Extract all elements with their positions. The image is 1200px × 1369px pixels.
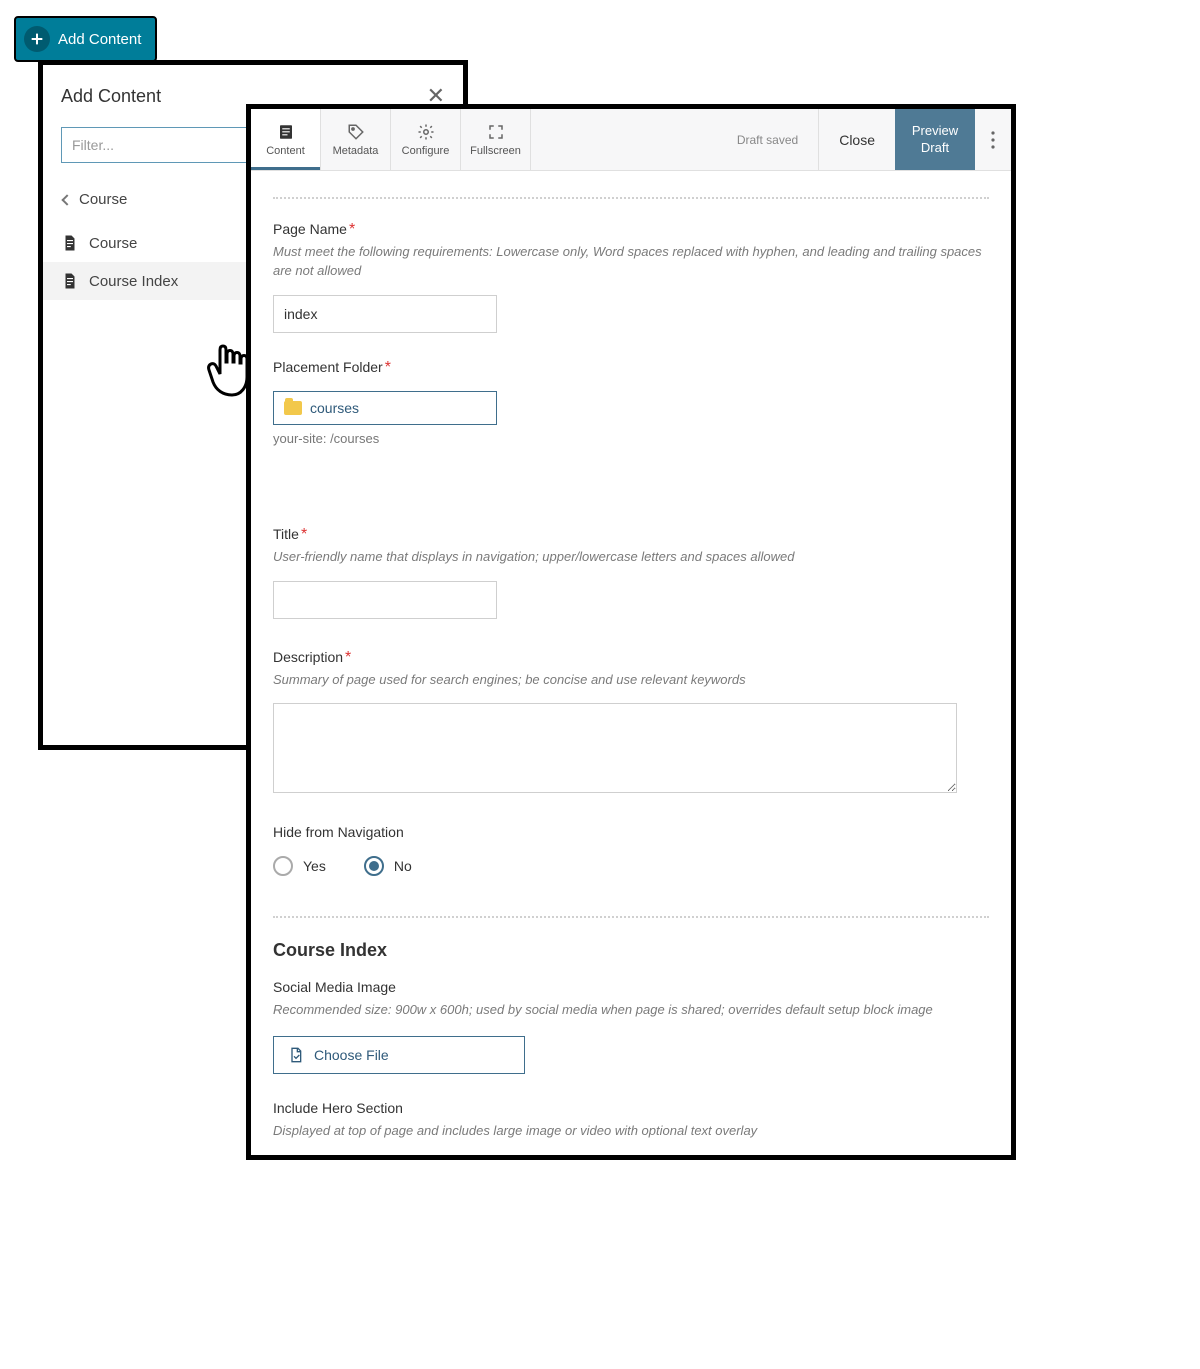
separator: [273, 916, 989, 918]
field-hero: Include Hero Section Displayed at top of…: [273, 1100, 989, 1160]
tab-fullscreen[interactable]: Fullscreen: [461, 109, 531, 170]
side-panel-title: Add Content: [61, 86, 161, 107]
tab-content[interactable]: Content: [251, 109, 321, 170]
tab-configure[interactable]: Configure: [391, 109, 461, 170]
radio-icon: [364, 1155, 384, 1160]
page-icon: [61, 272, 79, 290]
field-description: Description* Summary of page used for se…: [273, 649, 989, 799]
page-name-input[interactable]: [273, 295, 497, 333]
required-asterisk: *: [385, 359, 391, 376]
plus-icon: [24, 26, 50, 52]
tab-metadata[interactable]: Metadata: [321, 109, 391, 170]
fullscreen-icon: [487, 123, 505, 141]
folder-path: your-site: /courses: [273, 431, 989, 446]
content-icon: [277, 123, 295, 141]
field-label: Placement Folder: [273, 359, 383, 375]
draft-saved-status: Draft saved: [717, 133, 818, 147]
radio-hero-no[interactable]: No: [364, 1155, 412, 1160]
side-item-label: Course Index: [89, 273, 178, 290]
title-input[interactable]: [273, 581, 497, 619]
field-placement-folder: Placement Folder* courses your-site: /co…: [273, 359, 989, 446]
required-asterisk: *: [345, 649, 351, 666]
radio-icon: [364, 856, 384, 876]
field-label: Page Name: [273, 221, 347, 237]
more-menu-button[interactable]: [975, 109, 1011, 170]
radio-hide-nav-no[interactable]: No: [364, 856, 412, 876]
field-hint: Summary of page used for search engines;…: [273, 671, 989, 690]
field-title: Title* User-friendly name that displays …: [273, 526, 989, 619]
field-hint: Displayed at top of page and includes la…: [273, 1122, 989, 1141]
file-icon: [288, 1046, 304, 1064]
field-hide-nav: Hide from Navigation Yes No: [273, 824, 989, 876]
breadcrumb-label: Course: [79, 191, 127, 208]
add-content-button[interactable]: Add Content: [14, 16, 157, 62]
field-hint: Recommended size: 900w x 600h; used by s…: [273, 1001, 989, 1020]
field-hint: Must meet the following requirements: Lo…: [273, 243, 989, 281]
field-label: Include Hero Section: [273, 1100, 403, 1116]
field-label: Title: [273, 526, 299, 542]
folder-icon: [284, 401, 302, 415]
field-social-image: Social Media Image Recommended size: 900…: [273, 979, 989, 1074]
choose-file-button[interactable]: Choose File: [273, 1036, 525, 1074]
radio-hero-yes[interactable]: Yes: [273, 1155, 326, 1160]
radio-hide-nav-yes[interactable]: Yes: [273, 856, 326, 876]
field-label: Hide from Navigation: [273, 824, 404, 840]
close-button[interactable]: Close: [818, 109, 895, 170]
toolbar: Content Metadata Configure Fullscreen Dr…: [251, 109, 1011, 171]
preview-draft-button[interactable]: Preview Draft: [895, 109, 975, 170]
kebab-icon: [991, 131, 995, 149]
placement-folder-picker[interactable]: courses: [273, 391, 497, 425]
section-heading: Course Index: [273, 940, 989, 961]
required-asterisk: *: [349, 221, 355, 238]
radio-icon: [273, 856, 293, 876]
folder-value: courses: [310, 400, 359, 416]
gear-icon: [417, 123, 435, 141]
content-editor-panel: Content Metadata Configure Fullscreen Dr…: [246, 104, 1016, 1160]
description-textarea[interactable]: [273, 703, 957, 793]
page-icon: [61, 234, 79, 252]
separator: [273, 197, 989, 199]
radio-icon: [273, 1155, 293, 1160]
chevron-left-icon: [61, 194, 72, 205]
field-page-name: Page Name* Must meet the following requi…: [273, 221, 989, 333]
field-label: Social Media Image: [273, 979, 396, 995]
required-asterisk: *: [301, 526, 307, 543]
field-hint: User-friendly name that displays in navi…: [273, 548, 989, 567]
field-label: Description: [273, 649, 343, 665]
tag-icon: [347, 123, 365, 141]
add-content-label: Add Content: [58, 31, 141, 48]
side-item-label: Course: [89, 235, 137, 252]
